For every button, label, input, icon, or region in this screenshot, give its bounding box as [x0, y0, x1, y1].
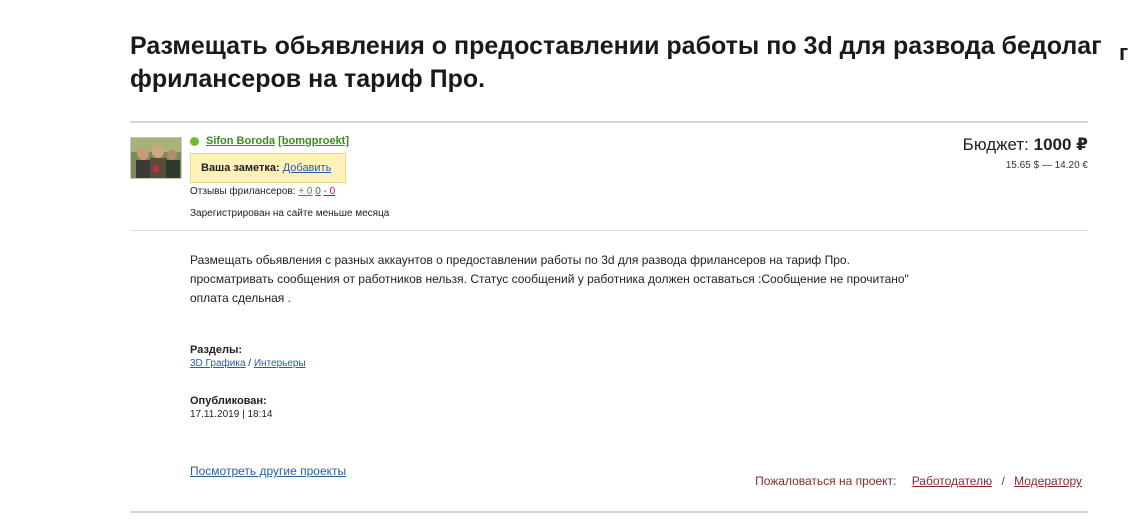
complain-employer-link[interactable]: Работодателю: [912, 474, 992, 488]
published-label: Опубликован:: [190, 395, 267, 407]
note-box: Ваша заметка: Добавить: [190, 153, 346, 183]
avatar[interactable]: [130, 137, 182, 179]
category-separator: /: [248, 358, 252, 369]
freelancer-reviews: Отзывы фрилансеров: + 0 0 - 0: [190, 186, 335, 197]
budget-label: Бюджет:: [962, 135, 1029, 154]
complain-block: Пожаловаться на проект: Работодателю / М…: [755, 474, 1082, 488]
title-divider: [130, 121, 1088, 123]
description-line: оплата сдельная .: [190, 291, 291, 305]
published-datetime: 17.11.2019 | 18:14: [190, 409, 273, 420]
bottom-divider: [130, 511, 1088, 513]
employer-info: Sifon Boroda [bomgproekt]: [206, 135, 349, 147]
budget-amount: 1000 ₽: [1033, 135, 1088, 154]
employer-login-link[interactable]: [bomgproekt]: [278, 135, 349, 147]
add-note-link[interactable]: Добавить: [283, 162, 332, 174]
complain-label: Пожаловаться на проект:: [755, 474, 897, 488]
note-label: Ваша заметка:: [201, 162, 280, 174]
employer-name-link[interactable]: Sifon Boroda: [206, 135, 275, 147]
project-description: Размещать обьявления с разных аккаунтов …: [190, 251, 909, 308]
sections-label: Разделы:: [190, 344, 243, 356]
description-line: просматривать сообщения от работников не…: [190, 272, 909, 286]
registration-status: Зарегистрирован на сайте меньше месяца: [190, 208, 390, 219]
budget: Бюджет: 1000 ₽: [963, 135, 1088, 155]
description-line: Размещать обьявления с разных аккаунтов …: [190, 253, 850, 267]
budget-conversion: 15.65 $ — 14.20 €: [1005, 160, 1088, 171]
project-sections: Разделы: 3D Графика / Интерьеры: [190, 344, 306, 369]
info-divider: [130, 230, 1088, 231]
avatar-photo-icon: [131, 138, 181, 178]
complain-moderator-link[interactable]: Модератору: [1014, 474, 1082, 488]
publication-info: Опубликован: 17.11.2019 | 18:14: [190, 395, 273, 420]
reviews-neutral-link[interactable]: 0: [315, 186, 321, 197]
subcategory-link[interactable]: Интерьеры: [254, 358, 306, 369]
category-link[interactable]: 3D Графика: [190, 358, 246, 369]
online-status-icon: [190, 137, 199, 146]
cropped-text-fragment: г: [1119, 40, 1129, 65]
reviews-negative-link[interactable]: - 0: [324, 186, 336, 197]
reviews-label: Отзывы фрилансеров:: [190, 186, 296, 197]
reviews-positive-link[interactable]: + 0: [298, 186, 312, 197]
other-projects-link[interactable]: Посмотреть другие проекты: [190, 464, 346, 478]
complain-separator: /: [1001, 474, 1005, 488]
project-title: Размещать обьявления о предоставлении ра…: [130, 32, 1102, 93]
